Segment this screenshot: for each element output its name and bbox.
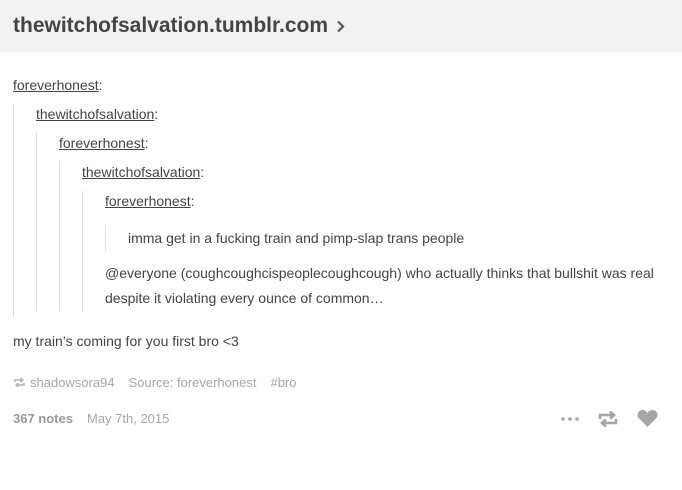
username-link[interactable]: thewitchofsalvation — [82, 164, 200, 180]
username-link[interactable]: thewitchofsalvation — [36, 106, 154, 122]
reblog-icon[interactable] — [597, 410, 619, 428]
more-icon[interactable] — [561, 416, 579, 421]
blockquote-level-5: imma get in a fucking train and pimp-sla… — [105, 226, 668, 251]
post-meta: shadowsora94 Source: foreverhonest #bro — [13, 375, 668, 390]
blockquote-level-1: thewitchofsalvation: foreverhonest: thew… — [13, 104, 668, 317]
blockquote-level-2: foreverhonest: thewitchofsalvation: fore… — [36, 133, 668, 311]
original-post-text: imma get in a fucking train and pimp-sla… — [128, 230, 465, 246]
reblog-entry-3: foreverhonest: — [59, 135, 149, 151]
username-link[interactable]: foreverhonest — [13, 77, 99, 93]
blockquote-level-3: thewitchofsalvation: foreverhonest: imma… — [59, 162, 668, 311]
reblog-entry-1: foreverhonest: — [13, 77, 103, 93]
reblogged-from-link[interactable]: shadowsora94 — [30, 375, 115, 390]
post-actions — [543, 409, 658, 428]
post-footer: 367 notes May 7th, 2015 — [13, 409, 668, 428]
reblog-entry-5: foreverhonest: — [105, 193, 195, 209]
chevron-right-icon[interactable] — [336, 20, 345, 33]
own-comment-text: my train’s coming for you first bro <3 — [13, 333, 239, 349]
notes-count[interactable]: 367 notes — [13, 411, 73, 426]
blog-header: thewitchofsalvation.tumblr.com — [0, 0, 682, 52]
source-link[interactable]: Source: foreverhonest — [129, 375, 257, 390]
post-date[interactable]: May 7th, 2015 — [87, 411, 169, 426]
reply-text: @everyone (coughcoughcispeoplecoughcough… — [105, 265, 654, 306]
reblog-small-icon — [13, 377, 26, 388]
blog-url[interactable]: thewitchofsalvation.tumblr.com — [13, 14, 328, 38]
reblog-entry-4: thewitchofsalvation: — [82, 164, 205, 180]
username-link[interactable]: foreverhonest — [105, 193, 191, 209]
like-heart-icon[interactable] — [637, 409, 658, 428]
post-body: foreverhonest: thewitchofsalvation: fore… — [0, 75, 682, 428]
username-link[interactable]: foreverhonest — [59, 135, 145, 151]
blockquote-level-4: foreverhonest: imma get in a fucking tra… — [82, 191, 668, 311]
reblog-entry-2: thewitchofsalvation: — [36, 106, 159, 122]
tag-link[interactable]: #bro — [270, 375, 296, 390]
